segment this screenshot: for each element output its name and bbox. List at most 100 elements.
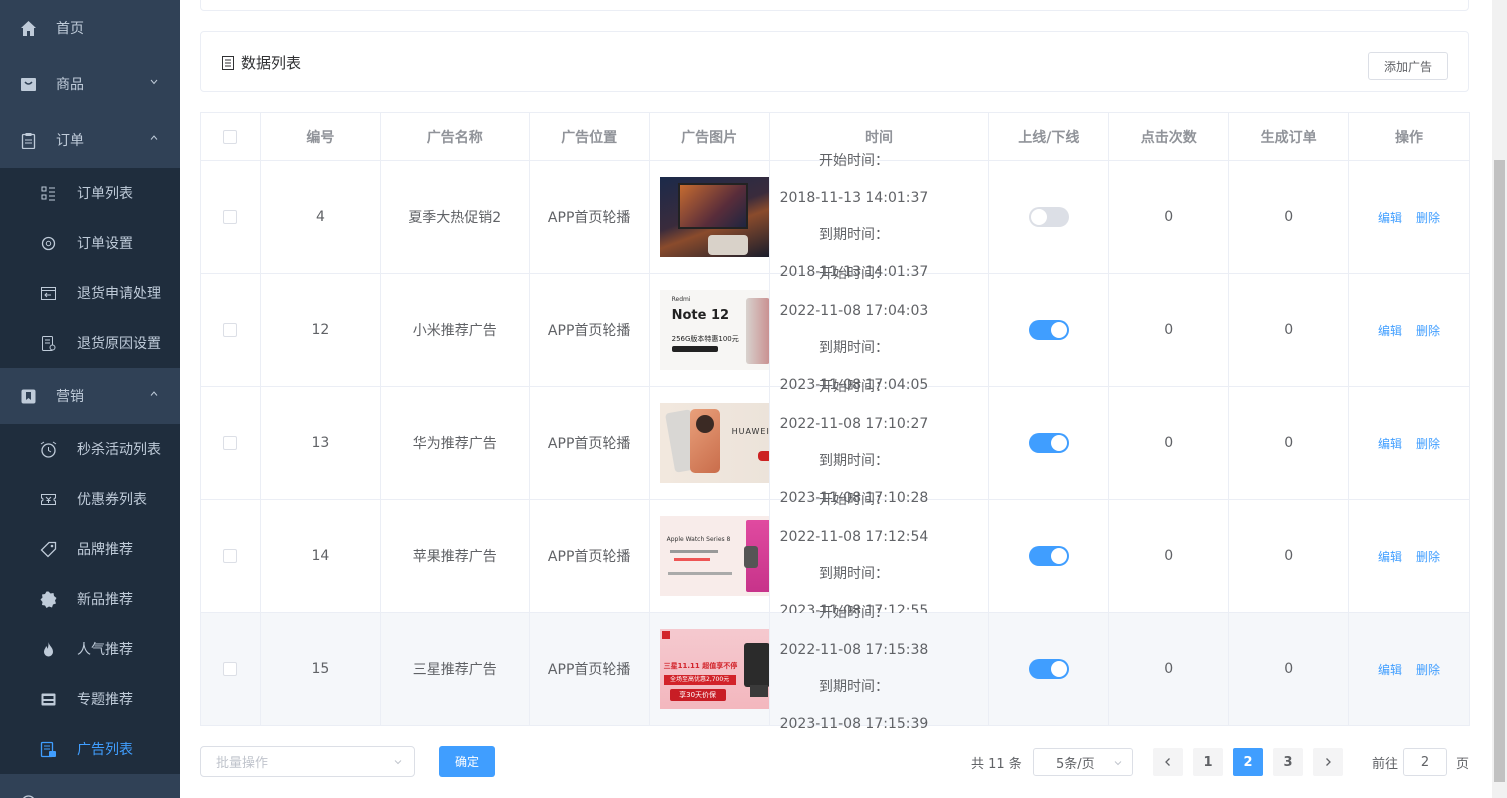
cell-position: APP首页轮播 [529, 161, 650, 274]
row-select-cell [201, 161, 261, 274]
edit-button[interactable]: 编辑 [1378, 661, 1402, 678]
filter-card [200, 0, 1469, 11]
sidebar-item-flash-sale[interactable]: 秒杀活动列表 [0, 424, 180, 474]
home-icon [20, 20, 37, 37]
row-checkbox[interactable] [223, 210, 238, 224]
cell-position: APP首页轮播 [529, 274, 650, 387]
cell-orders: 0 [1229, 161, 1350, 274]
sidebar-item-label: 营销 [56, 389, 84, 405]
sidebar-item-new-recommend[interactable]: 新品推荐 [0, 574, 180, 624]
edit-button[interactable]: 编辑 [1378, 435, 1402, 452]
page-size-select[interactable]: 5条/页 [1033, 748, 1133, 776]
goto-label: 前往 [1372, 756, 1399, 772]
ad-image-samsung: 三星11.11 超值享不停 全场至高优惠2,700元 享30天价保 [659, 629, 769, 709]
row-checkbox[interactable] [223, 662, 238, 676]
cell-image: Apple Watch Series 8 [649, 500, 770, 613]
sidebar-item-order-settings[interactable]: 订单设置 [0, 218, 180, 268]
topic-icon [40, 691, 57, 708]
hot-icon [40, 641, 57, 658]
ad-image-xiaomi: Redmi Note 12 256G版本特惠100元 [659, 290, 769, 370]
row-checkbox[interactable] [223, 436, 238, 450]
edit-button[interactable]: 编辑 [1378, 322, 1402, 339]
cell-position: APP首页轮播 [529, 387, 650, 500]
coupon-icon [40, 491, 57, 508]
delete-button[interactable]: 删除 [1416, 322, 1440, 339]
gear-icon [40, 235, 57, 252]
online-switch[interactable] [1028, 320, 1069, 340]
online-switch[interactable] [1028, 659, 1069, 679]
start-time-label: 开始时间： [818, 153, 889, 169]
thumb-xiaomi-model: Note 12 [671, 308, 730, 323]
sidebar-item-hot-recommend[interactable]: 人气推荐 [0, 624, 180, 674]
header-position: 广告位置 [529, 113, 650, 161]
ad-icon [40, 741, 57, 758]
list-doc-icon [222, 55, 234, 70]
batch-operation-select[interactable]: 批量操作 [200, 746, 415, 777]
sidebar-item-ad-list[interactable]: 广告列表 [0, 724, 180, 774]
end-time-label: 到期时间： [818, 453, 889, 469]
page-button-2[interactable]: 2 [1233, 748, 1263, 776]
cell-id: 14 [260, 500, 381, 613]
thumb-samsung-guarantee: 享30天价保 [669, 689, 726, 701]
page-button-3[interactable]: 3 [1273, 748, 1303, 776]
sidebar-item-return-apply[interactable]: 退货申请处理 [0, 268, 180, 318]
add-ad-button[interactable]: 添加广告 [1368, 52, 1448, 80]
sidebar-item-coupons[interactable]: 优惠券列表 [0, 474, 180, 524]
sidebar-item-label: 品牌推荐 [77, 542, 133, 558]
delete-button[interactable]: 删除 [1416, 548, 1440, 565]
row-checkbox[interactable] [223, 549, 238, 563]
page-suffix: 页 [1456, 756, 1470, 772]
sidebar-item-orders[interactable]: 订单 [0, 112, 180, 168]
thumb-apple-model: Apple Watch Series 8 [666, 536, 731, 543]
sidebar-item-products[interactable]: 商品 [0, 56, 180, 112]
sidebar-item-home[interactable]: 首页 [0, 0, 180, 56]
edit-button[interactable]: 编辑 [1378, 209, 1402, 226]
cell-position: APP首页轮播 [529, 500, 650, 613]
online-switch[interactable] [1028, 433, 1069, 453]
online-switch[interactable] [1028, 546, 1069, 566]
start-time-value: 2022-11-08 17:10:27 [779, 416, 929, 432]
sidebar-item-order-list[interactable]: 订单列表 [0, 168, 180, 218]
online-switch[interactable] [1028, 207, 1069, 227]
start-time: 开始时间： 2022-11-08 17:10:27 [780, 369, 929, 443]
sidebar-item-return-reason[interactable]: 退货原因设置 [0, 318, 180, 368]
start-time: 开始时间： 2022-11-08 17:12:54 [780, 482, 929, 556]
header-image: 广告图片 [649, 113, 770, 161]
data-list-title-text: 数据列表 [241, 54, 302, 72]
ad-image-huawei: HUAWEI [659, 403, 769, 483]
total-count: 共 11 条 [971, 756, 1022, 772]
delete-button[interactable]: 删除 [1416, 661, 1440, 678]
row-checkbox[interactable] [223, 323, 238, 337]
sidebar-item-label: 首页 [56, 21, 84, 37]
tag-icon [40, 541, 57, 558]
sidebar-item-brand-recommend[interactable]: 品牌推荐 [0, 524, 180, 574]
prev-page-button[interactable] [1153, 748, 1183, 776]
sidebar-item-topic-recommend[interactable]: 专题推荐 [0, 674, 180, 724]
page-button-1[interactable]: 1 [1193, 748, 1223, 776]
next-page-button[interactable] [1313, 748, 1343, 776]
cell-time: 开始时间： 2022-11-08 17:15:38 到期时间： 2023-11-08… [769, 605, 990, 732]
scrollbar-thumb[interactable] [1494, 160, 1505, 782]
start-time-value: 2022-11-08 17:12:54 [779, 529, 929, 545]
goto-page-input[interactable]: 2 [1403, 748, 1447, 776]
edit-button[interactable]: 编辑 [1378, 548, 1402, 565]
delete-button[interactable]: 删除 [1416, 209, 1440, 226]
sidebar-item-partial[interactable] [0, 774, 180, 798]
delete-button[interactable]: 删除 [1416, 435, 1440, 452]
header-clicks: 点击次数 [1109, 113, 1230, 161]
cell-orders: 0 [1229, 274, 1350, 387]
start-time-value: 2022-11-08 17:04:03 [779, 303, 929, 319]
cell-name: 夏季大热促销2 [380, 161, 530, 274]
sidebar-item-marketing[interactable]: 营销 [0, 368, 180, 424]
cell-online [989, 274, 1110, 387]
start-time-label: 开始时间： [818, 266, 889, 282]
end-time-value: 2023-11-08 17:15:39 [779, 716, 929, 732]
start-time: 开始时间： 2022-11-08 17:04:03 [780, 256, 929, 330]
clipboard-icon [20, 132, 37, 149]
select-all-checkbox[interactable] [223, 129, 238, 144]
sidebar-item-label: 广告列表 [77, 742, 133, 758]
cell-online [989, 387, 1110, 500]
cell-clicks: 0 [1109, 613, 1230, 726]
confirm-button[interactable]: 确定 [439, 746, 495, 777]
chevron-right-icon [1326, 758, 1331, 766]
